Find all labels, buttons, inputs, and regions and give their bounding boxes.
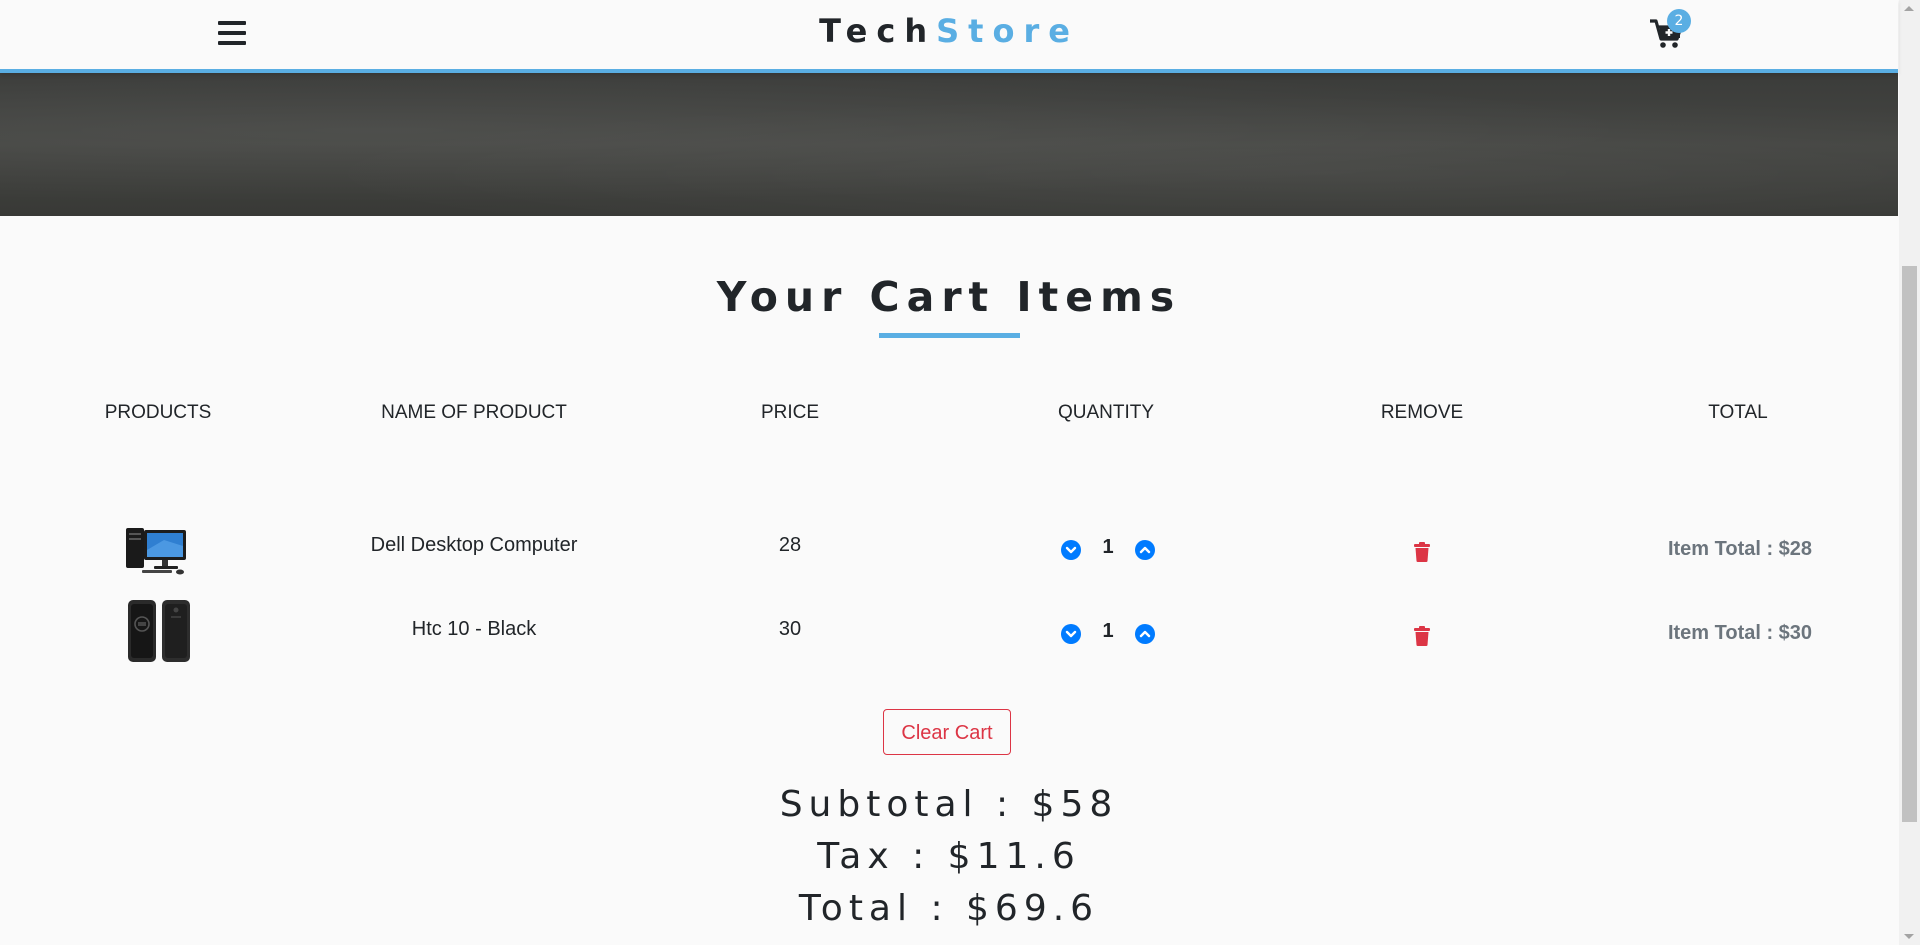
product-price: 30 — [778, 618, 802, 640]
desktop-computer-image — [124, 520, 194, 590]
item-total: Item Total : $28 — [1667, 538, 1813, 560]
product-name: Dell Desktop Computer — [370, 534, 578, 556]
trash-icon[interactable] — [1414, 542, 1430, 562]
cart-row: Dell Desktop Computer 28 1 Item Total : … — [0, 512, 1898, 592]
trash-icon[interactable] — [1414, 626, 1430, 646]
cart-count-badge: 2 — [1667, 9, 1691, 33]
quantity-value: 1 — [1102, 536, 1114, 558]
phone-image — [124, 598, 194, 668]
brand-logo[interactable]: TechStore — [0, 12, 1898, 50]
hero-banner — [0, 73, 1898, 216]
quantity-value: 1 — [1102, 620, 1114, 642]
quantity-stepper: 1 — [1058, 536, 1158, 566]
title-underline — [879, 333, 1020, 338]
tax: Tax : $11.6 — [817, 836, 1081, 877]
clear-cart-button[interactable]: Clear Cart — [883, 709, 1011, 755]
product-name: Htc 10 - Black — [411, 618, 537, 640]
increase-quantity-icon[interactable] — [1135, 624, 1155, 644]
scroll-down-arrow[interactable] — [1904, 934, 1914, 939]
header-total: TOTAL — [1708, 402, 1768, 423]
header-price: PRICE — [760, 402, 820, 423]
cart-row: Htc 10 - Black 30 1 Item Total : $30 — [0, 596, 1898, 676]
scroll-up-arrow[interactable] — [1904, 6, 1914, 11]
header-remove: REMOVE — [1380, 402, 1464, 423]
item-total: Item Total : $30 — [1667, 622, 1813, 644]
navbar: TechStore 2 — [0, 0, 1898, 73]
page-title: Your Cart Items — [716, 273, 1182, 321]
header-quantity: QUANTITY — [1057, 402, 1155, 423]
brand-part2: Store — [936, 12, 1079, 50]
header-name: NAME OF PRODUCT — [381, 402, 567, 423]
decrease-quantity-icon[interactable] — [1061, 624, 1081, 644]
scrollbar-thumb[interactable] — [1902, 266, 1917, 822]
product-price: 28 — [778, 534, 802, 556]
increase-quantity-icon[interactable] — [1135, 540, 1155, 560]
header-products: PRODUCTS — [104, 402, 212, 423]
brand-part1: Tech — [819, 12, 937, 50]
subtotal: Subtotal : $58 — [779, 784, 1119, 825]
decrease-quantity-icon[interactable] — [1061, 540, 1081, 560]
quantity-stepper: 1 — [1058, 620, 1158, 650]
grand-total: Total : $69.6 — [798, 888, 1100, 929]
